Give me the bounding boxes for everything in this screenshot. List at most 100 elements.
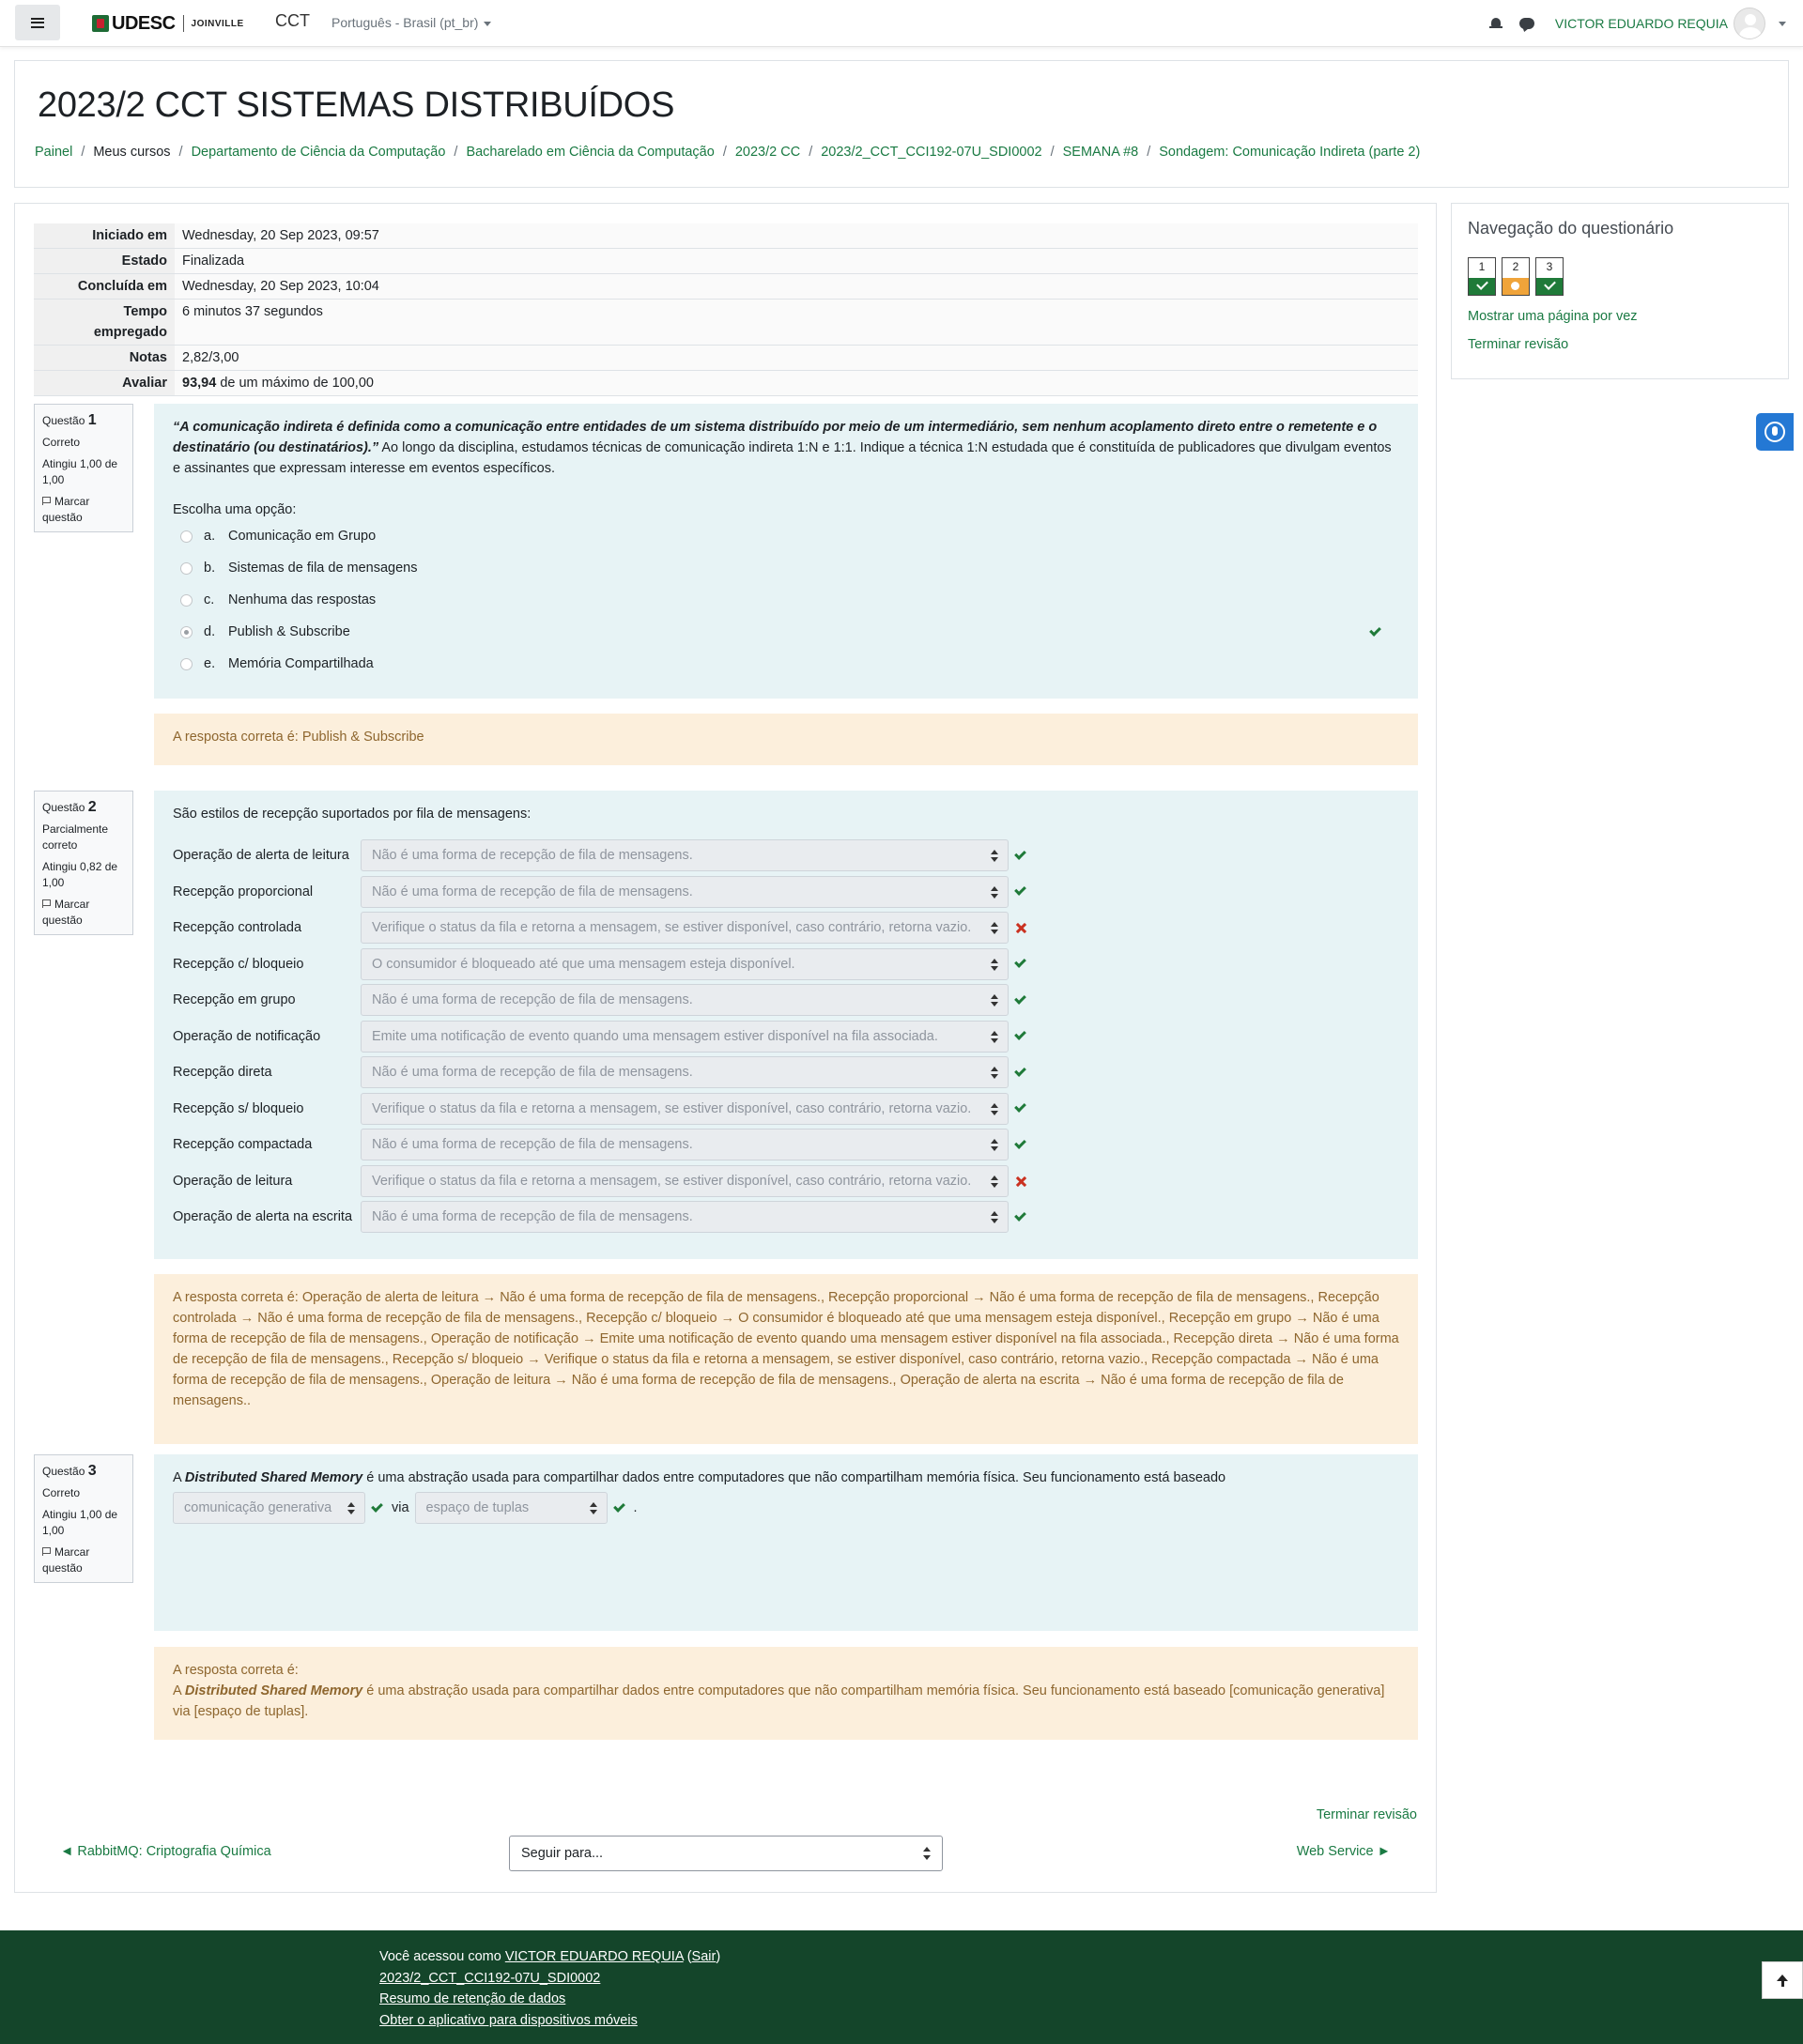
- correct-check-icon: [1014, 1064, 1026, 1077]
- quiz-navigation-block: Navegação do questionário 1 2 3 Mostrar um…: [1451, 203, 1789, 379]
- matching-select[interactable]: Não é uma forma de recepção de fila de m…: [361, 839, 1009, 872]
- option-text: Comunicação em Grupo: [228, 529, 377, 544]
- breadcrumb-item[interactable]: Painel: [35, 145, 72, 160]
- gap-select-1[interactable]: comunicação generativa: [173, 1492, 365, 1524]
- question-3-feedback: A resposta correta é: A Distributed Shar…: [154, 1647, 1418, 1740]
- menu-toggle-button[interactable]: [15, 5, 60, 40]
- matching-select[interactable]: Não é uma forma de recepção de fila de m…: [361, 1056, 1009, 1089]
- messages-icon[interactable]: [1518, 18, 1534, 29]
- back-to-top-button[interactable]: [1762, 1961, 1803, 1999]
- footer-course-link[interactable]: 2023/2_CCT_CCI192-07U_SDI0002: [379, 1971, 600, 1986]
- matching-select[interactable]: Verifique o status da fila e retorna a m…: [361, 912, 1009, 945]
- summary-value: Wednesday, 20 Sep 2023, 09:57: [175, 223, 1418, 249]
- question-text: São estilos de recepção suportados por f…: [173, 807, 532, 822]
- question-grade: Atingiu 1,00 de 1,00: [42, 457, 118, 486]
- correct-check-icon: [1369, 623, 1381, 637]
- flag-question-link[interactable]: Marcar questão: [42, 494, 125, 526]
- mobile-app-link[interactable]: Obter o aplicativo para dispositivos móv…: [379, 2013, 638, 2028]
- matching-select[interactable]: Não é uma forma de recepção de fila de m…: [361, 984, 1009, 1017]
- breadcrumb-item[interactable]: Departamento de Ciência da Computação: [192, 145, 446, 160]
- site-name[interactable]: CCT: [275, 11, 310, 31]
- matching-select[interactable]: Verifique o status da fila e retorna a m…: [361, 1164, 1009, 1197]
- matching-select[interactable]: Não é uma forma de recepção de fila de m…: [361, 875, 1009, 908]
- radio-button[interactable]: [180, 625, 193, 638]
- jump-to-select[interactable]: Seguir para...: [509, 1836, 943, 1871]
- answer-option[interactable]: e. Memória Compartilhada: [173, 648, 1399, 680]
- page-footer: Você acessou como VICTOR EDUARDO REQUIA …: [0, 1930, 1803, 2044]
- finish-review-link[interactable]: Terminar revisão: [1468, 337, 1568, 352]
- breadcrumb: Painel / Meus cursos / Departamento de Ciênc…: [35, 145, 1421, 160]
- show-one-page-link[interactable]: Mostrar uma página por vez: [1468, 309, 1638, 324]
- next-activity-link[interactable]: Web Service ►: [1297, 1844, 1391, 1859]
- quiz-nav-button[interactable]: 2: [1502, 257, 1530, 296]
- language-menu[interactable]: Português - Brasil (pt_br): [331, 15, 492, 30]
- matching-select[interactable]: Não é uma forma de recepção de fila de m…: [361, 1201, 1009, 1234]
- question-2-info: Questão 2 Parcialmente correto Atingiu 0…: [34, 791, 133, 935]
- option-letter: c.: [204, 592, 215, 607]
- accessibility-widget-button[interactable]: [1756, 413, 1794, 451]
- breadcrumb-item[interactable]: 2023/2 CC: [735, 145, 800, 160]
- flag-question-link[interactable]: Marcar questão: [42, 1545, 125, 1576]
- notification-bell-icon[interactable]: [1488, 17, 1502, 30]
- matching-label: Operação de leitura: [173, 1173, 293, 1189]
- breadcrumb-item[interactable]: Bacharelado em Ciência da Computação: [466, 145, 714, 160]
- question-number: Questão 3: [42, 1463, 97, 1479]
- user-menu-name[interactable]: VICTOR EDUARDO REQUIA: [1555, 16, 1728, 31]
- gap-select-row: comunicação generativa via espaço de tup…: [173, 1492, 1399, 1524]
- answer-option[interactable]: a. Comunicação em Grupo: [173, 520, 1399, 552]
- matching-select[interactable]: Não é uma forma de recepção de fila de m…: [361, 1129, 1009, 1161]
- quiz-nav-number: 2: [1512, 260, 1519, 273]
- correct-check-icon: [1014, 847, 1026, 860]
- gap-select-2[interactable]: espaço de tuplas: [414, 1492, 608, 1524]
- breadcrumb-item[interactable]: 2023/2_CCT_CCI192-07U_SDI0002: [821, 145, 1041, 160]
- option-letter: b.: [204, 561, 216, 576]
- footer-user-link[interactable]: VICTOR EDUARDO REQUIA: [505, 1949, 684, 1964]
- matching-select[interactable]: Emite uma notificação de evento quando u…: [361, 1020, 1009, 1053]
- correct-check-icon: [1014, 1208, 1026, 1222]
- question-state: Correto: [42, 436, 81, 449]
- quiz-nav-button[interactable]: 1: [1468, 257, 1496, 296]
- summary-value: Wednesday, 20 Sep 2023, 10:04: [175, 273, 1418, 300]
- correct-check-icon: [1014, 1100, 1026, 1114]
- feedback-text: A Distributed Shared Memory é uma abstra…: [173, 1683, 1385, 1719]
- arrow-up-icon: [1777, 1974, 1788, 1987]
- matching-select[interactable]: Verifique o status da fila e retorna a m…: [361, 1092, 1009, 1125]
- sign-language-icon: [1764, 422, 1785, 442]
- hamburger-icon: [31, 17, 44, 28]
- breadcrumb-item[interactable]: Sondagem: Comunicação Indireta (parte 2): [1159, 145, 1420, 160]
- quiz-nav-button[interactable]: 3: [1535, 257, 1564, 296]
- radio-button[interactable]: [180, 561, 193, 575]
- udesc-logo-icon: [92, 15, 109, 32]
- summary-label: Concluída em: [34, 273, 175, 300]
- matching-row: Recepção c/ bloqueio O consumidor é bloqu…: [173, 946, 1399, 983]
- answer-option[interactable]: c. Nenhuma das respostas: [173, 584, 1399, 616]
- option-text: Publish & Subscribe: [228, 624, 350, 639]
- previous-activity-link[interactable]: ◄ RabbitMQ: Criptografia Química: [60, 1844, 271, 1859]
- option-text: Memória Compartilhada: [228, 656, 374, 671]
- correct-check-icon: [371, 1499, 383, 1513]
- radio-button[interactable]: [180, 593, 193, 607]
- question-3-info: Questão 3 Correto Atingiu 1,00 de 1,00 M…: [34, 1454, 133, 1583]
- radio-button[interactable]: [180, 530, 193, 543]
- logout-link[interactable]: Sair: [692, 1949, 717, 1964]
- answer-option[interactable]: b. Sistemas de fila de mensagens: [173, 552, 1399, 584]
- summary-value: 2,82/3,00: [175, 345, 1418, 371]
- question-2-content: São estilos de recepção suportados por f…: [154, 791, 1418, 1259]
- answer-option[interactable]: d. Publish & Subscribe: [173, 616, 1399, 648]
- data-retention-link[interactable]: Resumo de retenção de dados: [379, 1991, 565, 2006]
- radio-button[interactable]: [180, 657, 193, 670]
- breadcrumb-item[interactable]: SEMANA #8: [1063, 145, 1139, 160]
- matching-select[interactable]: O consumidor é bloqueado até que uma men…: [361, 947, 1009, 980]
- correct-status-icon: [1469, 278, 1495, 295]
- incorrect-cross-icon: [1015, 1176, 1026, 1187]
- summary-label: Notas: [34, 345, 175, 371]
- matching-rows: Operação de alerta de leitura Não é uma f…: [173, 838, 1399, 1236]
- avatar[interactable]: [1734, 8, 1765, 39]
- option-letter: e.: [204, 656, 216, 671]
- finish-review-link[interactable]: Terminar revisão: [1317, 1807, 1417, 1822]
- caret-down-icon[interactable]: [1779, 21, 1786, 26]
- question-1-info: Questão 1 Correto Atingiu 1,00 de 1,00 M…: [34, 404, 133, 532]
- matching-row: Operação de notificação Emite uma notific…: [173, 1019, 1399, 1055]
- site-logo[interactable]: UDESC JOINVILLE: [92, 12, 244, 35]
- flag-question-link[interactable]: Marcar questão: [42, 897, 125, 929]
